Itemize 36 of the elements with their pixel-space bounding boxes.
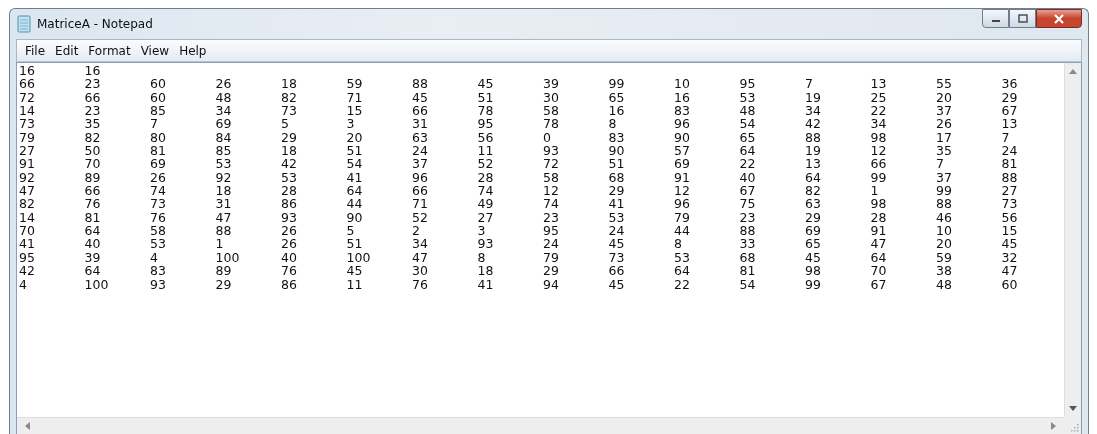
text-line: 70 64 58 88 26 5 2 3 95 24 44 88 69 91 10 15 — [19, 224, 1019, 238]
notepad-icon — [16, 15, 32, 33]
text-line: 47 66 74 18 28 64 66 74 12 29 12 67 82 1 99 27 — [19, 184, 1019, 198]
horizontal-scrollbar[interactable] — [17, 417, 1064, 434]
maximize-icon — [1017, 14, 1028, 23]
text-line: 14 23 85 34 73 15 66 78 58 16 83 48 34 22 37 67 — [19, 104, 1019, 118]
vertical-scrollbar[interactable] — [1064, 63, 1081, 417]
text-line: 79 82 80 84 29 20 63 56 0 83 90 65 88 98 17 7 — [19, 130, 1011, 145]
scroll-down-icon[interactable] — [1069, 406, 1077, 411]
text-line: 73 35 7 69 5 3 31 95 78 8 96 54 42 34 26 13 — [19, 117, 1019, 131]
text-line: 92 89 26 92 53 41 96 28 58 68 91 40 64 99 37 88 — [19, 170, 1019, 185]
window-title: MatriceA - Notepad — [37, 17, 153, 31]
resize-grip-icon[interactable] — [1070, 423, 1079, 432]
scroll-right-icon[interactable] — [1051, 422, 1056, 430]
menu-item[interactable]: Edit — [50, 43, 84, 58]
close-icon — [1053, 13, 1065, 24]
text-line: 66 23 60 26 18 59 88 45 39 99 10 95 7 13 55 36 — [19, 77, 1019, 91]
menu-item[interactable]: Format — [83, 43, 136, 58]
scroll-up-icon[interactable] — [1069, 69, 1077, 74]
text-line: 82 76 73 31 86 44 71 49 74 41 96 75 63 98 88 73 — [19, 197, 1019, 211]
text-line: 72 66 60 48 82 71 45 51 30 65 16 53 19 25 20 29 — [19, 90, 1019, 105]
text-line: 27 50 81 85 18 51 24 11 93 90 57 64 19 12 35 24 — [19, 144, 1019, 158]
text-line: 91 70 69 53 42 54 37 52 72 51 69 22 13 66 7 81 — [19, 157, 1019, 171]
text-line: 14 81 76 47 93 90 52 27 23 53 79 23 29 28 46 56 — [19, 210, 1019, 225]
menu-item[interactable]: File — [20, 43, 51, 58]
text-line: 95 39 4 100 40 100 47 8 79 73 53 68 45 64 59 32 — [19, 250, 1019, 265]
menu-item[interactable]: View — [135, 43, 175, 58]
menu-item[interactable]: Help — [174, 43, 212, 58]
text-line: 16 16 — [19, 64, 102, 78]
close-button[interactable] — [1036, 9, 1082, 28]
scroll-left-icon[interactable] — [25, 422, 30, 430]
maximize-button[interactable] — [1009, 9, 1036, 28]
minimize-button[interactable] — [982, 9, 1009, 28]
text-line: 4 100 93 29 86 11 76 41 94 45 22 54 99 67 48 60 — [19, 277, 1019, 291]
text-line: 42 64 83 89 76 45 30 18 29 66 64 81 98 70 38 47 — [19, 264, 1019, 278]
text-line: 41 40 53 1 26 51 34 93 24 45 8 33 65 47 20 45 — [19, 237, 1019, 251]
